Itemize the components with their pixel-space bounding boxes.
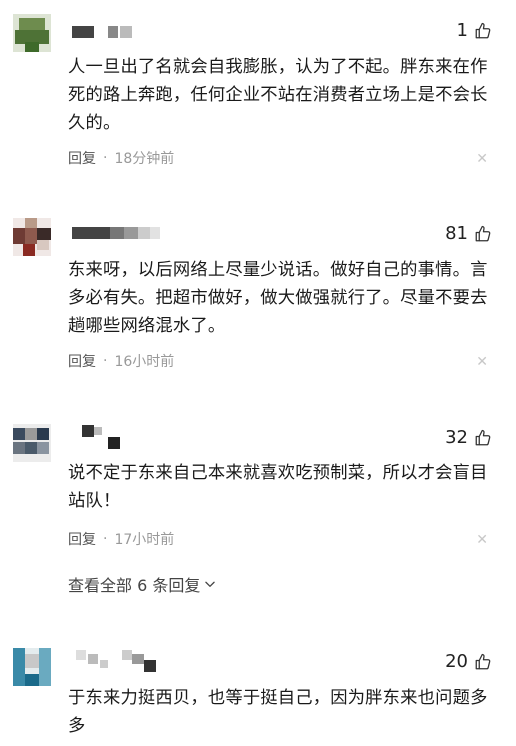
close-icon[interactable]: ✕: [476, 533, 488, 547]
comment-meta: 回复 · 16小时前: [68, 351, 174, 371]
comment-meta: 回复 · 18分钟前: [68, 148, 174, 168]
timestamp: 16小时前: [114, 354, 175, 370]
comment-text: 人一旦出了名就会自我膨胀，认为了不起。胖东来在作死的路上奔跑，任何企业不站在消费…: [68, 57, 488, 133]
separator-dot: ·: [103, 353, 108, 369]
reply-button[interactable]: 回复: [68, 148, 96, 168]
thumbs-up-icon: [475, 429, 491, 445]
comment-meta: 回复 · 17小时前: [68, 529, 174, 549]
avatar[interactable]: [13, 648, 51, 686]
thumbs-up-icon: [475, 225, 491, 241]
reply-button[interactable]: 回复: [68, 351, 96, 371]
separator-dot: ·: [103, 150, 108, 166]
like-count: 81: [445, 223, 468, 244]
thumbs-up-icon: [475, 653, 491, 669]
like-button[interactable]: 20: [445, 651, 492, 672]
like-count: 32: [445, 427, 468, 448]
like-count: 1: [456, 20, 468, 41]
comment-text: 说不定于东来自己本来就喜欢吃预制菜，所以才会盲目站队！: [68, 463, 488, 511]
avatar[interactable]: [13, 14, 51, 52]
separator-dot: ·: [103, 531, 108, 547]
view-all-replies-button[interactable]: 查看全部 6 条回复: [68, 572, 217, 596]
thumbs-up-icon: [475, 22, 491, 38]
comment-text: 东来呀，以后网络上尽量少说话。做好自己的事情。言多必有失。把超市做好，做大做强就…: [68, 260, 488, 336]
close-icon[interactable]: ✕: [476, 152, 488, 166]
view-all-replies-label: 查看全部 6 条回复: [68, 576, 201, 595]
timestamp: 18分钟前: [114, 151, 175, 167]
close-icon[interactable]: ✕: [476, 355, 488, 369]
chevron-down-icon: [205, 581, 216, 587]
like-button[interactable]: 32: [445, 427, 492, 448]
like-count: 20: [445, 651, 468, 672]
like-button[interactable]: 1: [457, 20, 492, 41]
reply-button[interactable]: 回复: [68, 529, 96, 549]
comment-text: 于东来力挺西贝，也等于挺自己，因为胖东来也问题多多: [68, 688, 488, 736]
like-button[interactable]: 81: [445, 223, 492, 244]
avatar[interactable]: [13, 218, 51, 256]
avatar[interactable]: [13, 424, 51, 462]
timestamp: 17小时前: [114, 532, 175, 548]
